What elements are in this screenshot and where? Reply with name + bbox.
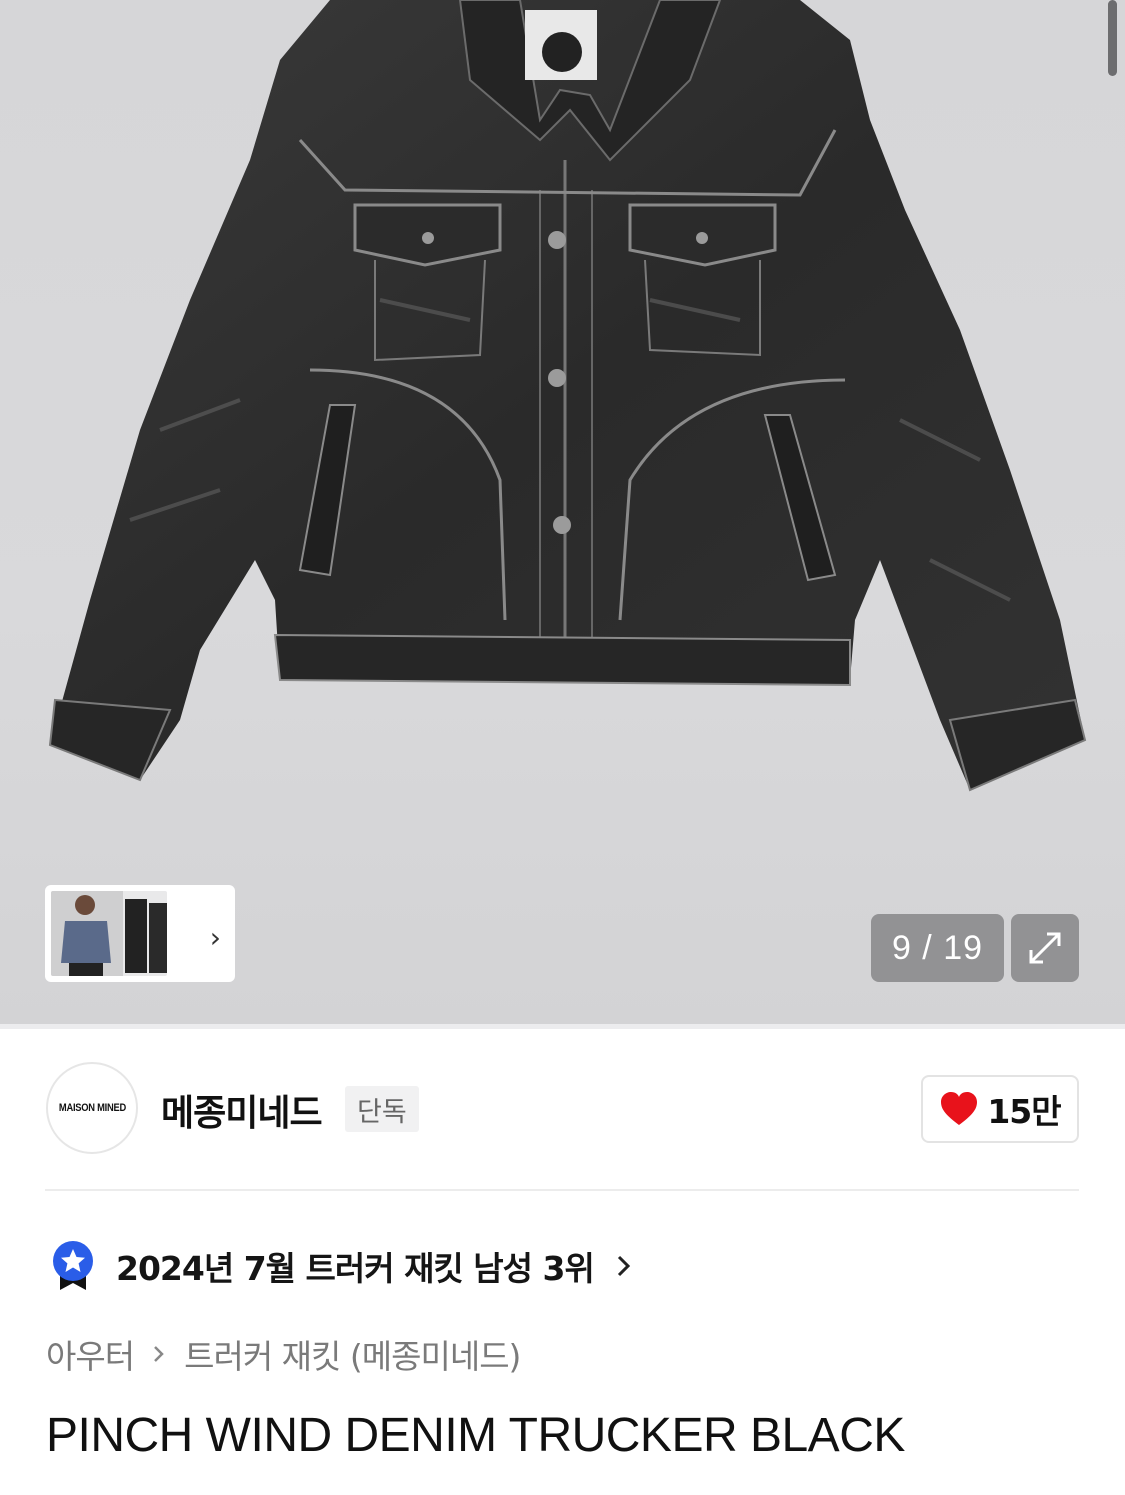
product-title: PINCH WIND DENIM TRUCKER BLACK bbox=[46, 1409, 905, 1462]
exclusive-badge: 단독 bbox=[345, 1086, 419, 1132]
chevron-right-icon[interactable]: › bbox=[210, 921, 221, 954]
chevron-right-icon bbox=[617, 1255, 630, 1277]
gallery-thumbnail[interactable] bbox=[51, 891, 167, 976]
page-scrollbar[interactable] bbox=[1108, 0, 1117, 76]
star-ribbon-icon bbox=[53, 1241, 93, 1290]
brand-name[interactable]: 메종미네드 bbox=[161, 1084, 323, 1136]
chevron-right-icon bbox=[154, 1346, 164, 1362]
like-count: 15만 bbox=[987, 1092, 1061, 1131]
product-photo bbox=[48, 0, 1087, 792]
ranking-text: 2024년 7월 트러커 재킷 남성 3위 bbox=[116, 1249, 595, 1288]
expand-image-button[interactable] bbox=[1011, 914, 1079, 982]
breadcrumb: 아우터 트러커 재킷 (메종미네드) bbox=[46, 1330, 521, 1378]
like-button[interactable]: 15만 bbox=[921, 1075, 1079, 1143]
brand-logo-text: MAISON MINED bbox=[58, 1102, 126, 1114]
breadcrumb-subcategory[interactable]: 트러커 재킷 (메종미네드) bbox=[184, 1330, 521, 1378]
product-image-gallery[interactable]: › 9 / 19 bbox=[0, 0, 1125, 1024]
ranking-link[interactable]: 2024년 7월 트러커 재킷 남성 3위 bbox=[50, 1240, 634, 1292]
image-counter: 9 / 19 bbox=[871, 914, 1004, 982]
divider bbox=[45, 1189, 1079, 1191]
brand-logo[interactable]: MAISON MINED bbox=[46, 1062, 138, 1154]
gallery-thumbnail-strip[interactable]: › bbox=[45, 885, 235, 982]
expand-arrows-icon bbox=[1029, 932, 1061, 964]
heart-icon bbox=[941, 1092, 978, 1125]
thumbnail-photo bbox=[51, 891, 167, 976]
breadcrumb-category[interactable]: 아우터 bbox=[46, 1330, 135, 1378]
section-divider bbox=[0, 1024, 1125, 1029]
